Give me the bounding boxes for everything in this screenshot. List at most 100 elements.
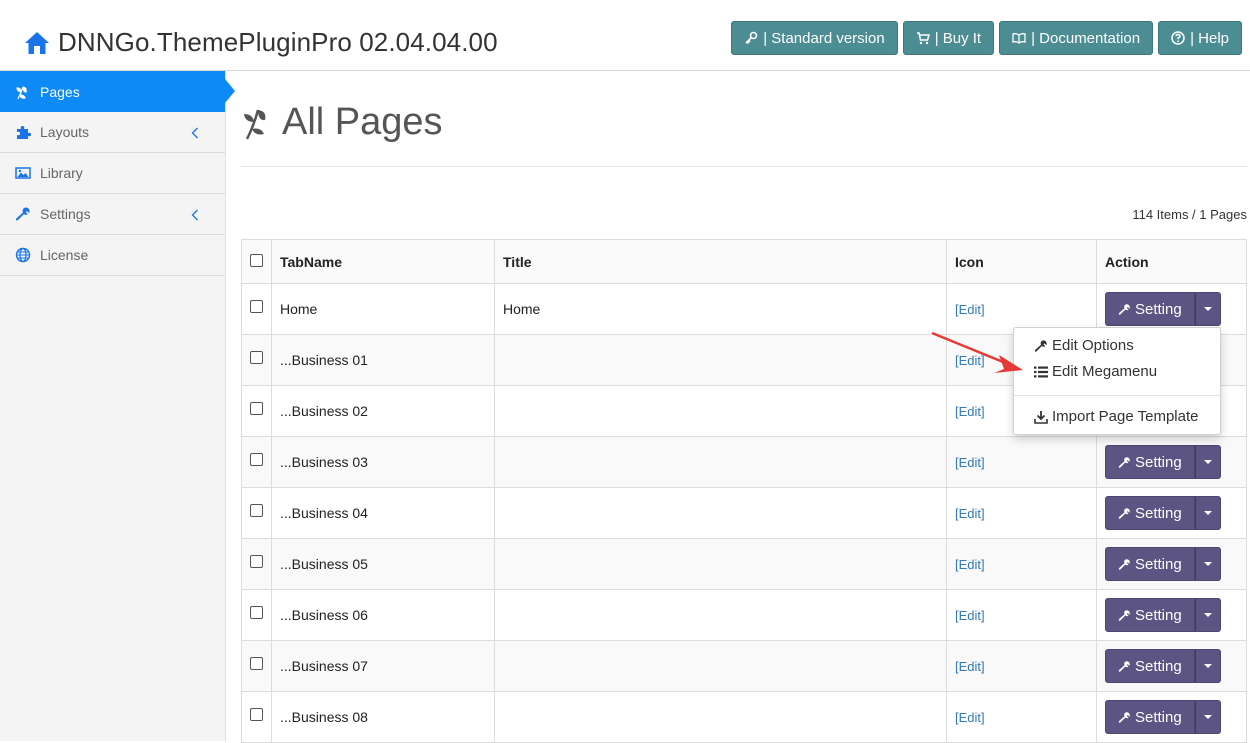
sidebar-item-label: Settings [40, 206, 91, 222]
items-count: 114 Items / 1 Pages [1132, 207, 1247, 222]
standard-version-label: | Standard version [763, 29, 885, 47]
caret-down-icon [1203, 664, 1212, 668]
row-checkbox[interactable] [250, 605, 263, 619]
sidebar-item-layouts[interactable]: Layouts [0, 112, 225, 153]
caret-down-icon [1203, 511, 1212, 515]
sidebar: Pages Layouts Library Settings License [0, 71, 235, 741]
setting-button-group: Setting [1105, 292, 1221, 326]
row-select-cell [241, 589, 272, 641]
row-select-cell [241, 334, 272, 386]
sidebar-item-library[interactable]: Library [0, 153, 225, 194]
chevron-left-icon [191, 209, 198, 221]
title-divider [241, 166, 1247, 167]
setting-dropdown-toggle[interactable] [1194, 496, 1221, 530]
row-checkbox[interactable] [250, 656, 263, 670]
caret-down-icon [1203, 460, 1212, 464]
caret-down-icon [1203, 307, 1212, 311]
wrench-icon [1118, 711, 1130, 723]
row-checkbox[interactable] [250, 707, 263, 721]
cart-icon [916, 32, 930, 45]
setting-dropdown-toggle[interactable] [1194, 649, 1221, 683]
setting-button-group: Setting [1105, 649, 1221, 683]
table-row: ...Business 03 [Edit] Setting [241, 436, 1247, 488]
buy-it-button[interactable]: | Buy It [902, 21, 995, 55]
setting-dropdown-toggle[interactable] [1194, 292, 1221, 326]
column-header-tabname[interactable]: TabName [271, 239, 495, 284]
standard-version-button[interactable]: | Standard version [731, 21, 898, 55]
edit-megamenu-label: Edit Megamenu [1052, 363, 1158, 380]
table-row: ...Business 08 [Edit] Setting [241, 691, 1247, 743]
edit-icon-link[interactable]: [Edit] [955, 404, 985, 419]
title-cell [494, 334, 947, 386]
sidebar-item-pages[interactable]: Pages [0, 71, 235, 112]
buy-it-label: | Buy It [934, 29, 982, 47]
row-checkbox[interactable] [250, 401, 263, 415]
icon-cell: [Edit] [946, 691, 1097, 743]
setting-dropdown-toggle[interactable] [1194, 598, 1221, 632]
select-all-checkbox[interactable] [250, 254, 263, 268]
row-select-cell [241, 691, 272, 743]
action-cell: Setting [1096, 589, 1247, 641]
edit-icon-link[interactable]: [Edit] [955, 506, 985, 521]
setting-dropdown-toggle[interactable] [1194, 700, 1221, 734]
edit-icon-link[interactable]: [Edit] [955, 557, 985, 572]
edit-icon-link[interactable]: [Edit] [955, 455, 985, 470]
edit-options-label: Edit Options [1052, 337, 1134, 354]
tabname-cell: Home [271, 283, 495, 335]
setting-dropdown-toggle[interactable] [1194, 547, 1221, 581]
wrench-icon [15, 207, 30, 221]
question-icon [1171, 31, 1185, 45]
row-checkbox[interactable] [250, 452, 263, 466]
column-header-title[interactable]: Title [494, 239, 947, 284]
title-cell [494, 640, 947, 692]
setting-dropdown-toggle[interactable] [1194, 445, 1221, 479]
setting-button[interactable]: Setting [1105, 292, 1195, 326]
row-checkbox[interactable] [250, 503, 263, 517]
setting-label: Setting [1135, 657, 1182, 675]
sidebar-item-settings[interactable]: Settings [0, 194, 225, 235]
edit-icon-link[interactable]: [Edit] [955, 659, 985, 674]
setting-button[interactable]: Setting [1105, 547, 1195, 581]
pages-table: TabName Title Icon Action Home Home [Edit]… [241, 239, 1247, 743]
setting-button-group: Setting [1105, 445, 1221, 479]
select-all-cell [241, 239, 272, 284]
sidebar-item-label: Layouts [40, 124, 90, 140]
edit-icon-link[interactable]: [Edit] [955, 353, 985, 368]
edit-icon-link[interactable]: [Edit] [955, 710, 985, 725]
icon-cell: [Edit] [946, 640, 1097, 692]
sidebar-item-license[interactable]: License [0, 235, 225, 276]
setting-button[interactable]: Setting [1105, 445, 1195, 479]
wrench-icon [1118, 660, 1130, 672]
tabname-cell: ...Business 03 [271, 436, 495, 488]
title-cell [494, 436, 947, 488]
row-checkbox[interactable] [250, 554, 263, 568]
row-checkbox[interactable] [250, 350, 263, 364]
column-header-action[interactable]: Action [1096, 239, 1247, 284]
documentation-button[interactable]: | Documentation [999, 21, 1154, 55]
import-page-template-item[interactable]: Import Page Template [1034, 408, 1198, 425]
setting-button[interactable]: Setting [1105, 598, 1195, 632]
edit-options-item[interactable]: Edit Options [1034, 337, 1134, 354]
help-label: | Help [1190, 29, 1229, 47]
help-button[interactable]: | Help [1158, 21, 1242, 55]
edit-megamenu-item[interactable]: Edit Megamenu [1034, 363, 1157, 380]
title-cell [494, 691, 947, 743]
action-cell: Setting [1096, 487, 1247, 539]
setting-button[interactable]: Setting [1105, 649, 1195, 683]
action-cell: Setting [1096, 436, 1247, 488]
title-cell [494, 487, 947, 539]
setting-button-group: Setting [1105, 700, 1221, 734]
column-header-icon[interactable]: Icon [946, 239, 1097, 284]
caret-down-icon [1203, 613, 1212, 617]
wrench-icon [1034, 339, 1047, 352]
globe-icon [15, 247, 31, 263]
setting-label: Setting [1135, 606, 1182, 624]
edit-icon-link[interactable]: [Edit] [955, 302, 985, 317]
setting-button[interactable]: Setting [1105, 700, 1195, 734]
header-buttons: | Standard version | Buy It | Documentat… [731, 21, 1242, 55]
row-checkbox[interactable] [250, 299, 263, 313]
edit-icon-link[interactable]: [Edit] [955, 608, 985, 623]
setting-button[interactable]: Setting [1105, 496, 1195, 530]
brand[interactable]: DNNGo.ThemePluginPro 02.04.04.00 [24, 27, 498, 58]
setting-button-group: Setting [1105, 496, 1221, 530]
